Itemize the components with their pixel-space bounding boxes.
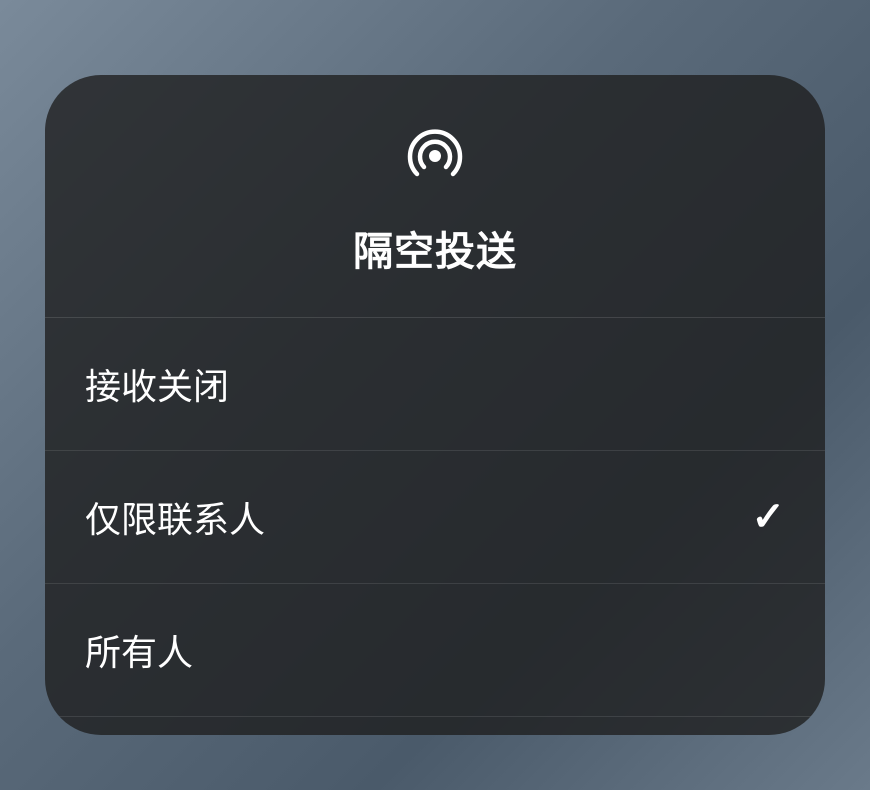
checkmark-icon: ✓ (751, 494, 785, 540)
airdrop-panel: 隔空投送 接收关闭 ✓ 仅限联系人 ✓ 所有人 ✓ (45, 75, 825, 735)
option-contacts-only[interactable]: 仅限联系人 ✓ (45, 451, 825, 584)
options-list: 接收关闭 ✓ 仅限联系人 ✓ 所有人 ✓ (45, 318, 825, 735)
option-receiving-off[interactable]: 接收关闭 ✓ (45, 318, 825, 451)
option-label: 接收关闭 (85, 358, 229, 410)
panel-title: 隔空投送 (353, 219, 517, 277)
option-label: 所有人 (85, 624, 193, 676)
airdrop-icon (404, 125, 466, 187)
panel-header: 隔空投送 (45, 75, 825, 318)
option-label: 仅限联系人 (85, 491, 265, 543)
option-everyone[interactable]: 所有人 ✓ (45, 584, 825, 717)
